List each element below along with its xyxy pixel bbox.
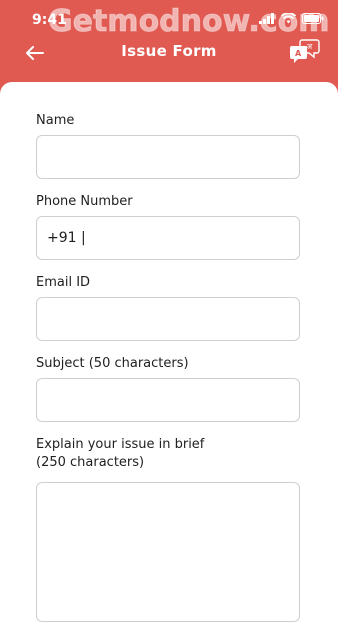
issue-label-line1: Explain your issue in brief	[36, 437, 205, 452]
issue-label-line2: (250 characters)	[36, 455, 145, 470]
issue-textarea[interactable]	[36, 482, 300, 622]
email-field[interactable]	[36, 297, 300, 341]
wifi-icon	[281, 13, 296, 24]
svg-text:A: A	[295, 49, 302, 58]
svg-text:अ: अ	[306, 42, 313, 51]
translate-icon: अ A	[290, 39, 320, 63]
page-title: Issue Form	[121, 42, 217, 60]
language-button[interactable]: अ A	[290, 38, 320, 66]
phone-field[interactable]	[36, 216, 300, 260]
signal-icon	[259, 13, 274, 24]
name-field[interactable]	[36, 135, 300, 179]
subject-label: Subject (50 characters)	[36, 356, 189, 371]
name-label: Name	[36, 113, 75, 128]
phone-label: Phone Number	[36, 194, 133, 209]
app-header: Issue Form अ A	[0, 34, 338, 74]
battery-icon	[302, 13, 324, 24]
status-icons	[259, 13, 324, 24]
email-label: Email ID	[36, 275, 91, 290]
subject-field[interactable]	[36, 378, 300, 422]
